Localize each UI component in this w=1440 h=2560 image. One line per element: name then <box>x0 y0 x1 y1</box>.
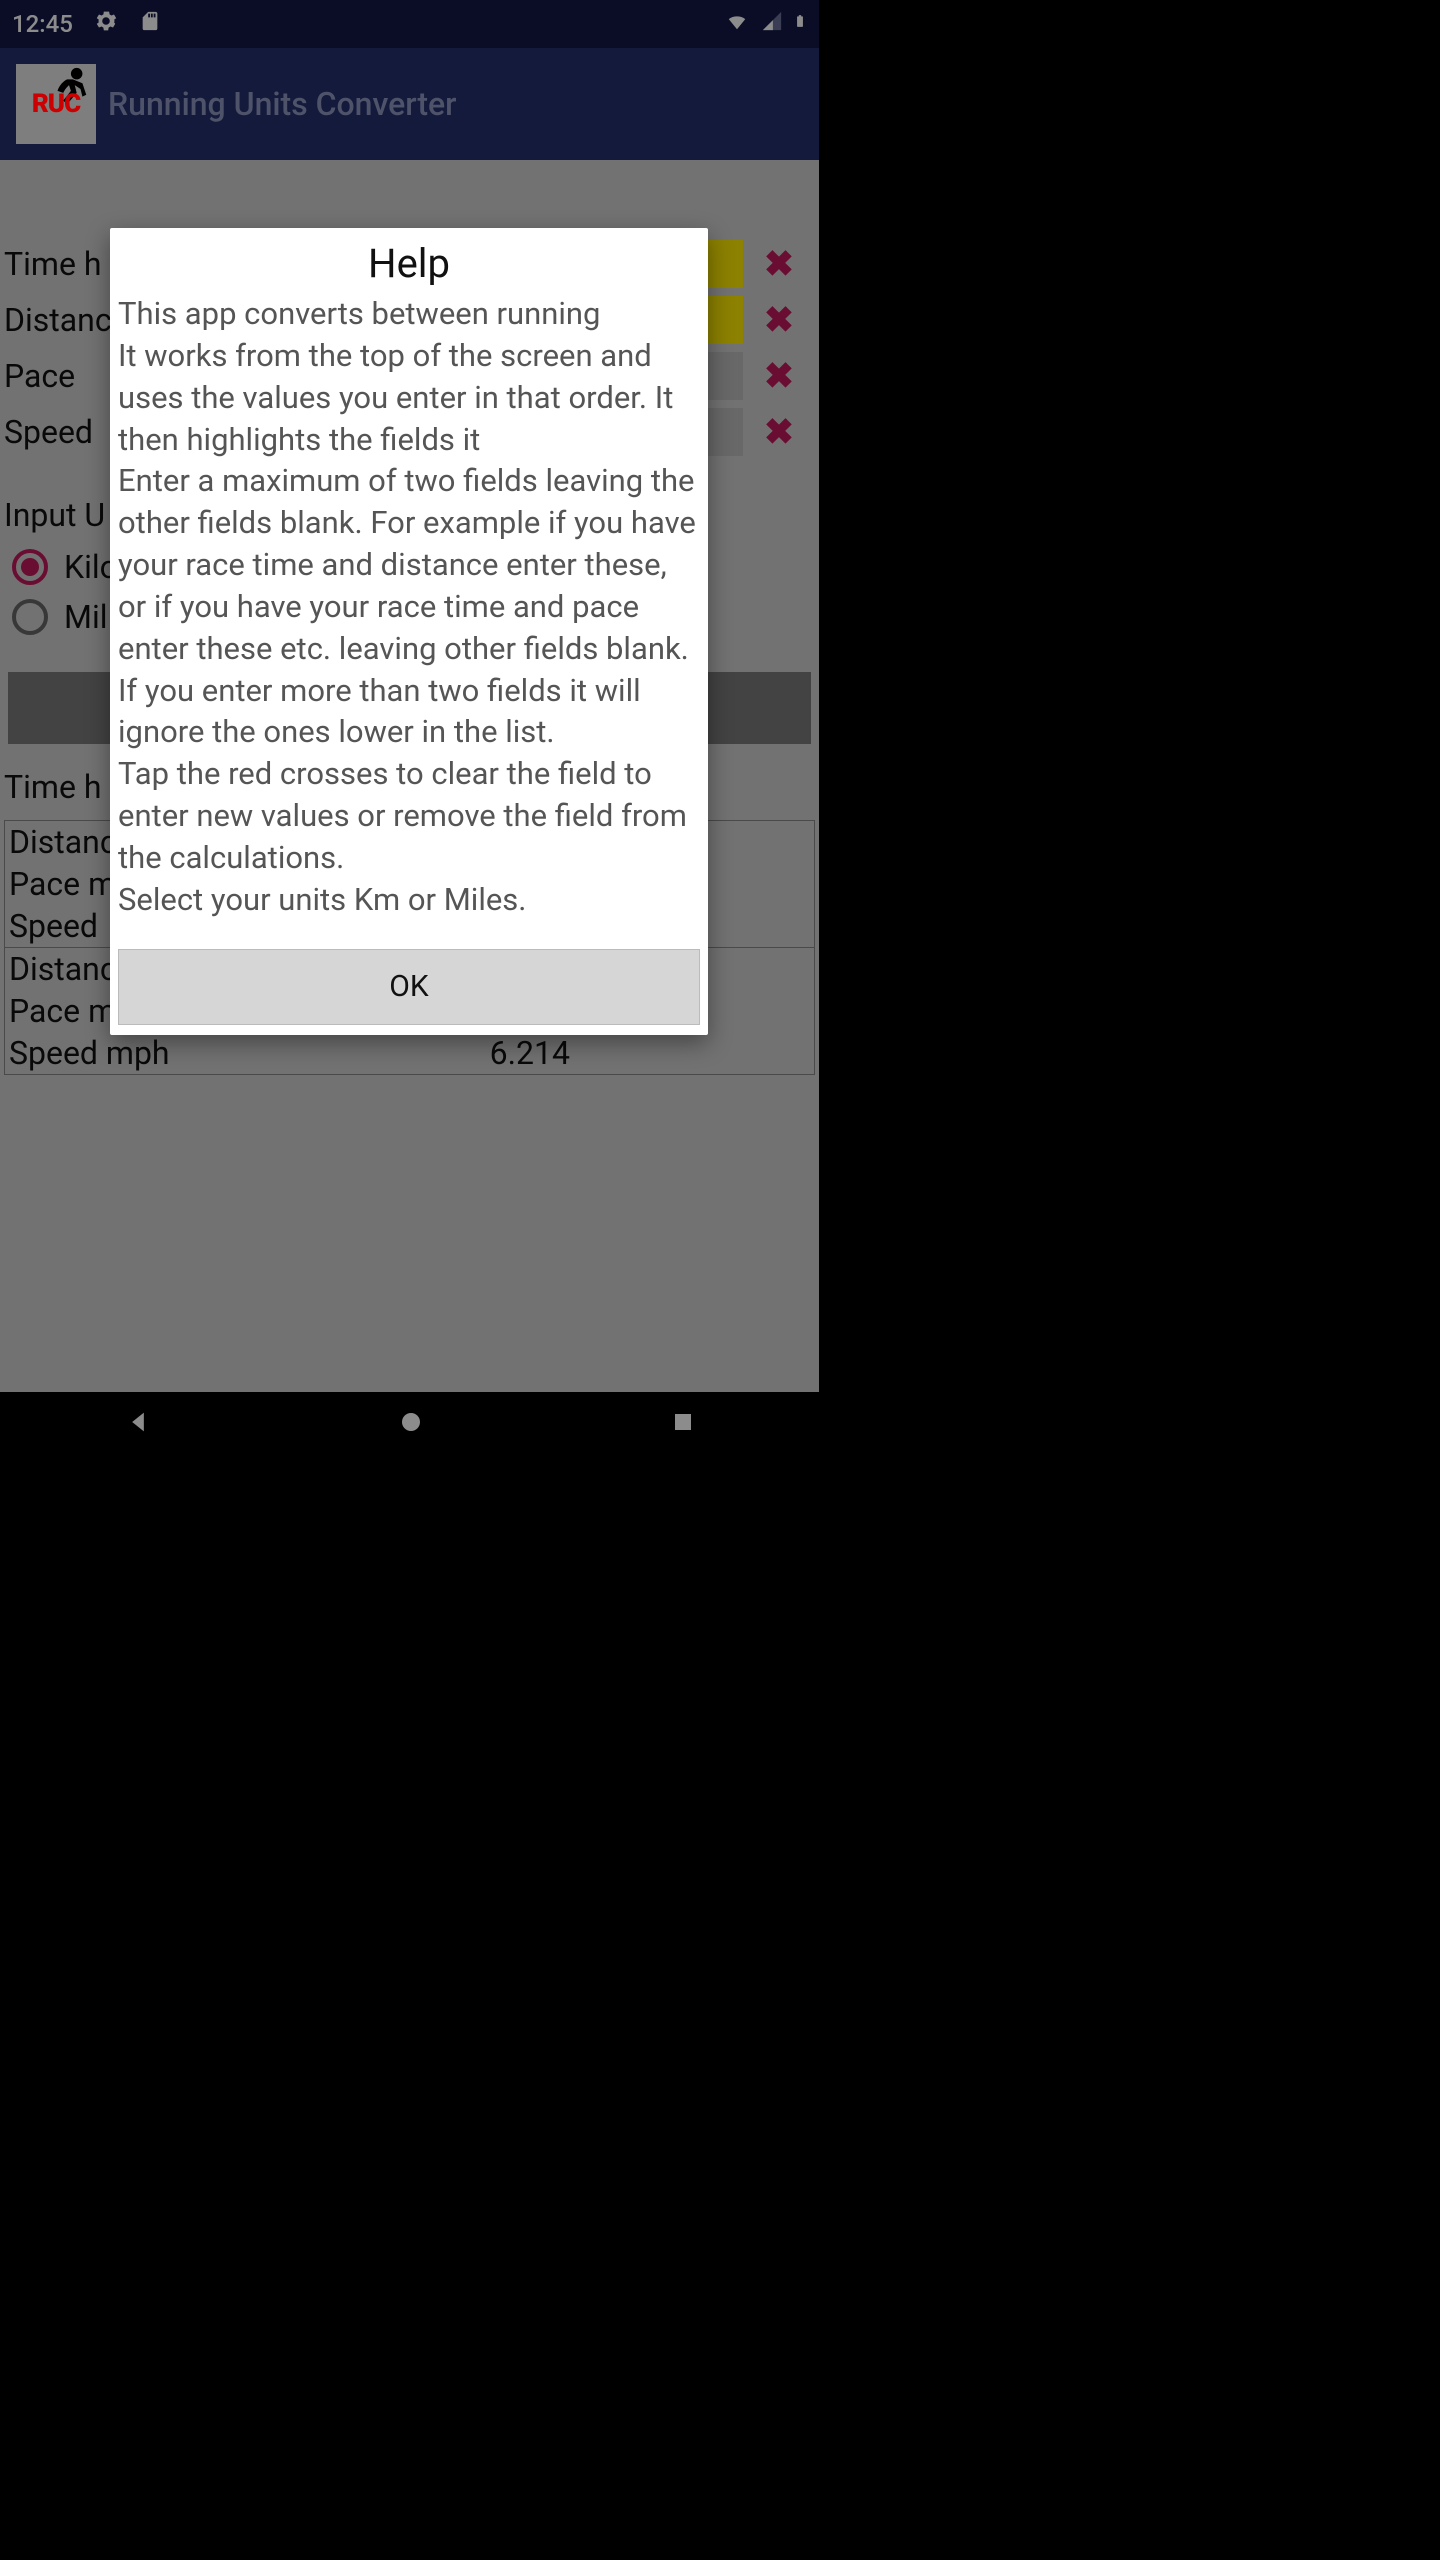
help-dialog: Help This app converts between running I… <box>110 228 708 1035</box>
dialog-paragraph: Enter a maximum of two fields leaving th… <box>110 460 708 753</box>
app-logo-text: RUC <box>32 89 80 119</box>
dialog-title: Help <box>110 240 708 287</box>
dialog-paragraph: This app converts between running <box>110 293 708 335</box>
ok-button[interactable]: OK <box>118 949 700 1025</box>
dialog-paragraph: Tap the red crosses to clear the field t… <box>110 753 708 879</box>
dialog-paragraph: It works from the top of the screen and … <box>110 335 708 461</box>
dialog-paragraph: Select your units Km or Miles. <box>110 879 708 921</box>
